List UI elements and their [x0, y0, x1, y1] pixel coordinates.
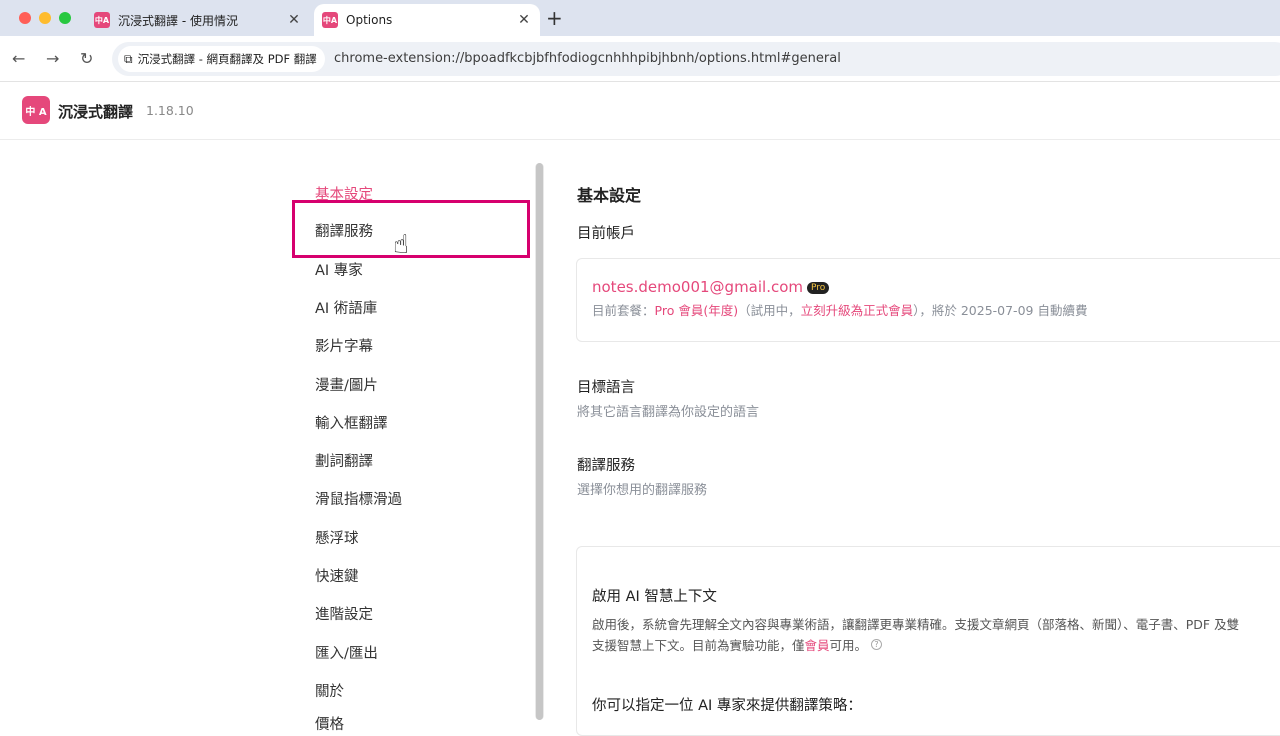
- plan-info: 目前套餐：Pro 會員(年度)（試用中，立刻升級為正式會員），將於 2025-0…: [592, 300, 1087, 319]
- upgrade-link[interactable]: 立刻升級為正式會員: [801, 303, 914, 318]
- forward-icon[interactable]: →: [46, 49, 59, 68]
- page-title: 基本設定: [577, 186, 642, 205]
- help-icon[interactable]: ?: [871, 639, 883, 650]
- sidebar-item-ai-glossary[interactable]: AI 術語庫: [315, 297, 377, 318]
- url-text[interactable]: chrome-extension://bpoadfkcbjbfhfodiogcn…: [334, 51, 841, 66]
- minimize-window-button[interactable]: [39, 12, 51, 24]
- account-card: notes.demo001@gmail.com Pro 目前套餐：Pro 會員(年…: [576, 258, 1280, 342]
- plan-mid: （試用中，: [738, 303, 801, 318]
- app-name: 沉浸式翻譯: [58, 103, 134, 121]
- app-logo-icon: 中A: [94, 12, 110, 28]
- ai-desc-suffix: 可用。: [829, 638, 868, 653]
- sidebar-item-mouse-hover[interactable]: 滑鼠指標滑過: [315, 488, 402, 509]
- reload-icon[interactable]: ↻: [80, 49, 93, 68]
- account-heading: 目前帳戶: [577, 226, 635, 242]
- sidebar-item-input-translation[interactable]: 輸入框翻譯: [315, 412, 388, 433]
- target-language-title[interactable]: 目標語言: [577, 376, 635, 397]
- highlight-annotation-box: [292, 200, 530, 258]
- ai-context-desc-line2: 支援智慧上下文。目前為實驗功能，僅會員可用。 ?: [592, 635, 1280, 656]
- translation-service-title[interactable]: 翻譯服務: [577, 454, 635, 475]
- address-bar: ← → ↻ ⧉ 沉浸式翻譯 - 網頁翻譯及 PDF 翻譯 chrome-exte…: [0, 36, 1280, 82]
- ai-desc-prefix: 支援智慧上下文。目前為實驗功能，僅: [592, 638, 805, 653]
- sidebar-item-advanced[interactable]: 進階設定: [315, 603, 373, 624]
- browser-tab-usage[interactable]: 中A 沉浸式翻譯 - 使用情況 ✕: [84, 4, 310, 36]
- app-logo-icon: 中 A: [22, 96, 50, 124]
- tab-title: 沉浸式翻譯 - 使用情況: [118, 13, 238, 28]
- account-email-text: notes.demo001@gmail.com: [592, 278, 804, 296]
- site-chip-label: 沉浸式翻譯 - 網頁翻譯及 PDF 翻譯: [137, 52, 317, 66]
- extension-icon: ⧉: [124, 51, 133, 66]
- account-email: notes.demo001@gmail.com Pro: [592, 278, 830, 296]
- close-tab-icon[interactable]: ✕: [284, 12, 304, 28]
- sidebar-item-pricing[interactable]: 價格: [315, 713, 344, 734]
- hand-pointer-cursor-icon: ☝: [393, 230, 409, 260]
- sidebar-item-selection-translation[interactable]: 劃詞翻譯: [315, 450, 373, 471]
- sidebar-item-comics-images[interactable]: 漫畫/圖片: [315, 374, 378, 395]
- sidebar-item-shortcuts[interactable]: 快速鍵: [315, 565, 359, 586]
- window-controls: [19, 12, 71, 24]
- maximize-window-button[interactable]: [59, 12, 71, 24]
- close-window-button[interactable]: [19, 12, 31, 24]
- ai-context-desc-line1: 啟用後，系統會先理解全文內容與專業術語，讓翻譯更專業精確。支援文章網頁（部落格、…: [592, 617, 1240, 632]
- ai-context-title: 啟用 AI 智慧上下文: [592, 589, 717, 605]
- sidebar-item-ai-expert[interactable]: AI 專家: [315, 259, 363, 280]
- sidebar-scrollbar-thumb[interactable]: [536, 163, 543, 720]
- close-tab-icon[interactable]: ✕: [514, 12, 534, 28]
- omnibox[interactable]: ⧉ 沉浸式翻譯 - 網頁翻譯及 PDF 翻譯 chrome-extension:…: [112, 42, 1280, 76]
- app-version: 1.18.10: [146, 103, 194, 118]
- sidebar-item-about[interactable]: 關於: [315, 680, 344, 701]
- sidebar-item-import-export[interactable]: 匯入/匯出: [315, 642, 378, 663]
- new-tab-icon[interactable]: +: [546, 6, 563, 30]
- app-header: 中 A 沉浸式翻譯 1.18.10: [0, 82, 1280, 140]
- tab-title: Options: [346, 13, 393, 27]
- browser-tab-strip: 中A 沉浸式翻譯 - 使用情況 ✕ 中A Options ✕ +: [0, 0, 1280, 36]
- ai-context-card: 啟用 AI 智慧上下文 啟用後，系統會先理解全文內容與專業術語，讓翻譯更專業精確…: [576, 546, 1280, 736]
- plan-prefix: 目前套餐：: [592, 303, 655, 318]
- browser-tab-options[interactable]: 中A Options ✕: [314, 4, 540, 36]
- pro-badge: Pro: [807, 282, 830, 294]
- sidebar-item-video-subtitles[interactable]: 影片字幕: [315, 335, 373, 356]
- sidebar-item-floating-ball[interactable]: 懸浮球: [315, 527, 359, 548]
- ai-expert-prompt: 你可以指定一位 AI 專家來提供翻譯策略：: [592, 698, 862, 714]
- site-info-chip[interactable]: ⧉ 沉浸式翻譯 - 網頁翻譯及 PDF 翻譯: [118, 46, 325, 72]
- plan-suffix: ），將於 2025-07-09 自動續費: [913, 303, 1088, 318]
- target-language-desc: 將其它語言翻譯為你設定的語言: [577, 405, 760, 420]
- back-icon[interactable]: ←: [12, 49, 25, 68]
- member-link[interactable]: 會員: [805, 638, 830, 653]
- app-logo-icon: 中A: [322, 12, 338, 28]
- ai-context-desc: 啟用後，系統會先理解全文內容與專業術語，讓翻譯更專業精確。支援文章網頁（部落格、…: [592, 614, 1280, 656]
- plan-name-link[interactable]: Pro 會員(年度): [655, 303, 739, 318]
- translation-service-desc: 選擇你想用的翻譯服務: [577, 483, 708, 498]
